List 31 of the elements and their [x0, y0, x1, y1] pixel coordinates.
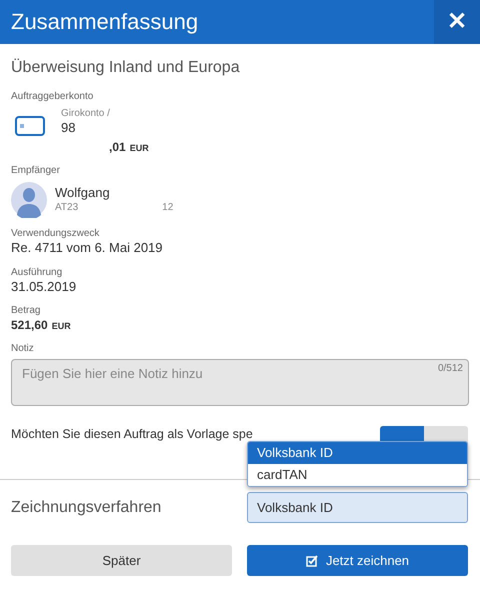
later-button[interactable]: Später [11, 545, 232, 576]
field-label: Empfänger [11, 165, 61, 178]
amount-value: 521,60 [11, 318, 48, 333]
field-label: Ausführung [11, 266, 64, 279]
field-label: Zeichnungsverfahren [11, 498, 162, 518]
currency-label: EUR [52, 320, 71, 332]
iban-text: 12 [162, 202, 174, 214]
page-subtitle: Überweisung Inland und Europa [11, 58, 241, 78]
field-value: Re. 4711 vom 6. Mai 2019 [11, 240, 164, 256]
field-label: Betrag [11, 305, 42, 318]
iban-text: AT23 [55, 202, 78, 214]
checkbox-icon [306, 554, 318, 567]
window-title: Zusammenfassung [10, 8, 198, 36]
currency-label: EUR [130, 143, 149, 154]
account-number: 98 [61, 120, 76, 136]
select-field[interactable]: Volksbank ID [247, 492, 468, 524]
field-value: 31.05.2019 [11, 279, 78, 296]
template-question: Möchten Sie diesen Auftrag als Vorlage spe [11, 426, 253, 443]
account-name: Girokonto / [61, 108, 111, 120]
char-counter: 0/512 [438, 363, 463, 376]
sign-button[interactable]: Jetzt zeichnen [247, 545, 468, 576]
account-balance: ,01 [109, 140, 126, 156]
field-label: Verwendungszweck [11, 228, 100, 240]
dropdown-option[interactable]: cardTAN [248, 464, 467, 486]
field-label: Auftraggeberkonto [11, 91, 94, 104]
avatar-icon [11, 182, 47, 218]
dropdown-option[interactable]: Volksbank ID [248, 442, 467, 464]
close-button[interactable]: ✕ [434, 0, 480, 44]
field-label: Notiz [11, 342, 35, 356]
recipient-name: Wolfgang [55, 185, 111, 202]
card-icon [15, 116, 45, 136]
